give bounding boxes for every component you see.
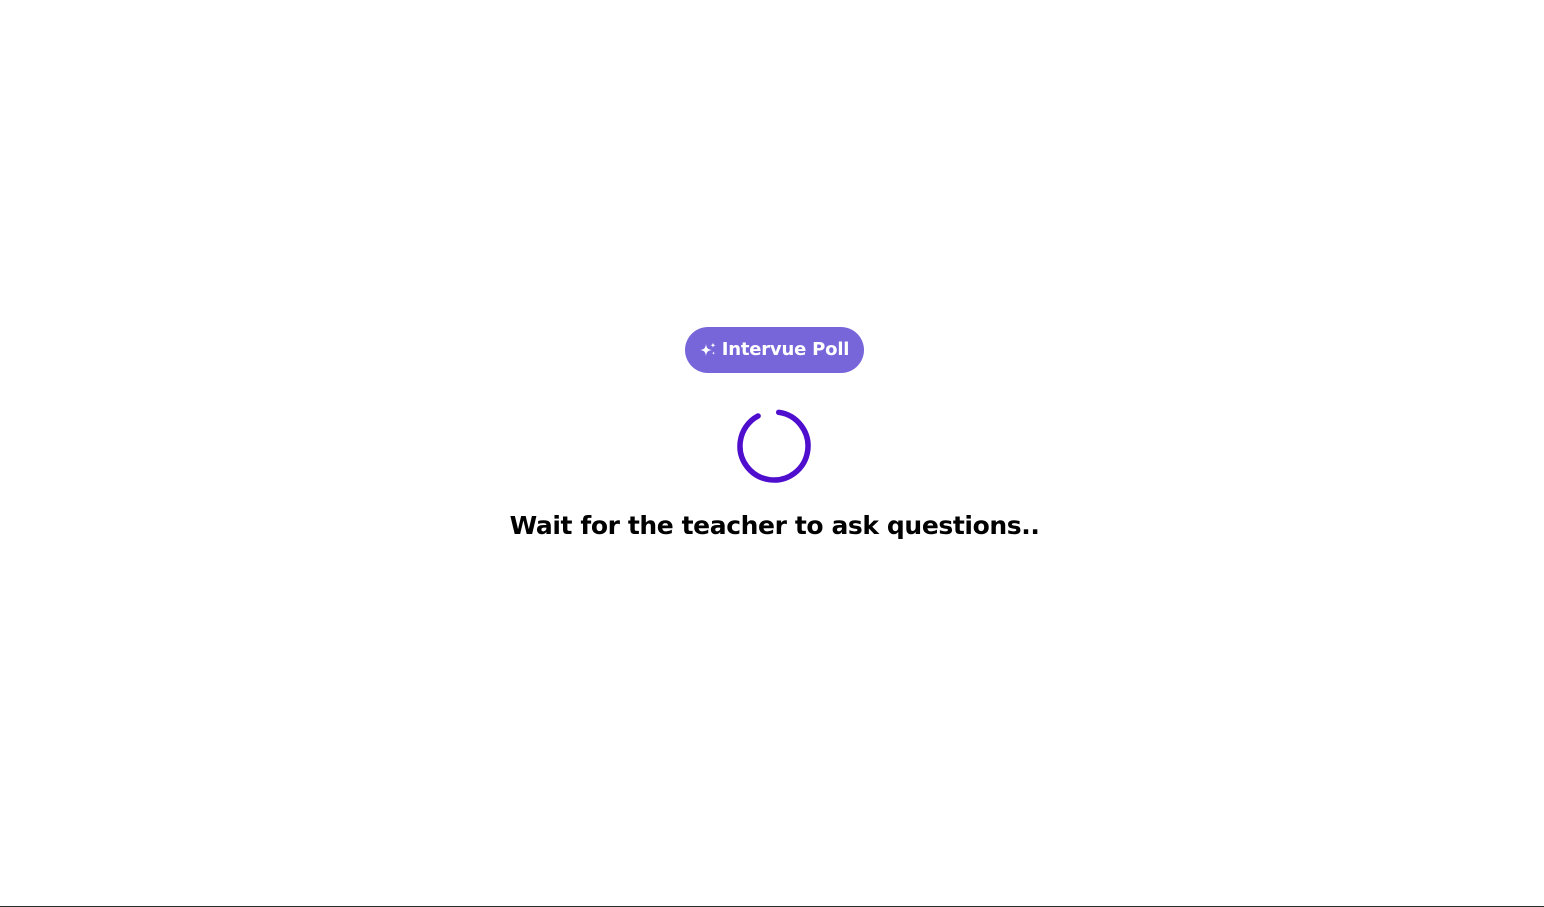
- sparkle-icon: [698, 341, 718, 361]
- loading-spinner-icon: [736, 408, 812, 484]
- waiting-message: Wait for the teacher to ask questions..: [509, 511, 1040, 540]
- student-waiting-page: Intervue Poll Wait for the teacher to as…: [0, 0, 1544, 907]
- brand-label: Intervue Poll: [721, 339, 850, 360]
- intervue-poll-badge: Intervue Poll: [685, 327, 864, 373]
- waiting-content: Intervue Poll Wait for the teacher to as…: [0, 0, 1544, 906]
